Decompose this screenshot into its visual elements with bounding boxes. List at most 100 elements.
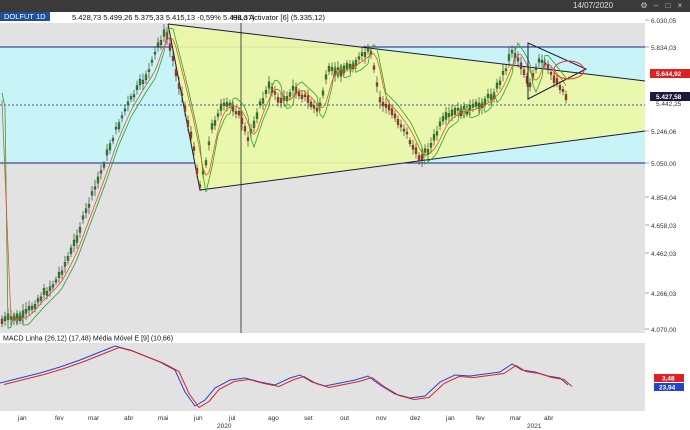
candle	[225, 102, 229, 107]
price-axis-label: 6.030,05	[651, 18, 677, 25]
candle	[48, 286, 52, 291]
month-label: abr	[124, 415, 134, 422]
candle	[120, 115, 124, 119]
price-axis-label: 5.246,06	[651, 129, 677, 136]
candle	[462, 106, 466, 110]
candle	[216, 113, 220, 117]
candle	[387, 104, 391, 111]
candle	[528, 82, 532, 88]
candle	[234, 111, 238, 115]
candle	[129, 96, 133, 100]
candle	[498, 80, 502, 85]
month-label: fev	[55, 415, 64, 422]
candle	[363, 52, 367, 57]
price-tag-red: 5.644,92	[656, 71, 682, 78]
candle	[549, 72, 553, 75]
candle	[447, 113, 451, 117]
candle	[327, 66, 331, 72]
price-axis-label: 4.658,03	[651, 223, 677, 230]
candle	[483, 98, 487, 105]
candle	[168, 43, 172, 51]
candle	[273, 91, 277, 95]
candle	[147, 69, 151, 72]
year-label: 2021	[527, 423, 542, 430]
candle	[348, 64, 352, 69]
candle	[159, 40, 163, 46]
candle	[414, 147, 418, 154]
candle	[561, 89, 565, 92]
price-axis-label: 5.050,00	[651, 161, 677, 168]
candle	[330, 67, 334, 71]
candle	[360, 52, 364, 56]
candle	[537, 58, 541, 63]
candle	[63, 262, 67, 267]
candle	[564, 94, 568, 100]
candle	[522, 69, 526, 75]
candle	[213, 120, 217, 126]
candle	[429, 143, 433, 148]
price-chart[interactable]: 6.030,05 5.834,03 5.246,06 5.050,00 4.854,04…	[0, 0, 690, 430]
candle	[267, 81, 271, 89]
candle	[423, 148, 427, 153]
candle	[381, 101, 385, 107]
candle	[291, 86, 295, 91]
candle	[444, 112, 448, 120]
candle	[132, 94, 136, 98]
candle	[240, 117, 244, 124]
candle	[399, 124, 403, 128]
candle	[390, 108, 394, 116]
candle	[453, 108, 457, 115]
candle	[111, 138, 115, 142]
month-label: mar	[88, 415, 100, 422]
candle	[210, 123, 214, 130]
candle	[177, 83, 181, 89]
candle	[312, 105, 316, 109]
year-label: 2020	[217, 423, 232, 430]
macd-tag-red: 3,48	[662, 376, 675, 383]
candle	[126, 101, 130, 106]
month-label: set	[304, 415, 313, 422]
price-axis-label: 4.070,00	[651, 327, 677, 334]
candle	[21, 310, 25, 318]
candle	[195, 168, 199, 174]
candle	[99, 170, 103, 174]
candle	[375, 82, 379, 87]
month-label: jun	[193, 415, 203, 422]
candle	[30, 305, 34, 310]
candle	[468, 104, 472, 111]
candle	[297, 91, 301, 97]
candle	[303, 94, 307, 97]
candle	[228, 102, 232, 106]
candle	[456, 108, 460, 111]
candle	[54, 279, 58, 283]
candle	[36, 298, 40, 303]
candle	[357, 56, 361, 60]
candle	[51, 284, 55, 288]
month-label: mar	[510, 415, 522, 422]
candle	[435, 131, 439, 136]
candle	[78, 227, 82, 233]
candle	[171, 56, 175, 61]
candle	[393, 113, 397, 119]
candle	[345, 63, 349, 69]
candle	[114, 127, 118, 130]
candle	[189, 131, 193, 139]
candle	[540, 60, 544, 63]
candle	[84, 208, 88, 213]
candle	[39, 296, 43, 301]
candle	[408, 140, 412, 145]
candle	[153, 51, 157, 55]
candle	[342, 65, 346, 73]
candle	[258, 101, 262, 106]
candle	[438, 121, 442, 127]
candle	[501, 70, 505, 75]
candle	[396, 119, 400, 125]
candle	[507, 54, 511, 61]
candle	[318, 102, 322, 107]
candle	[117, 122, 121, 130]
candle	[69, 247, 73, 254]
candle	[450, 109, 454, 116]
candle	[336, 67, 340, 70]
candle	[60, 270, 64, 275]
candle	[81, 215, 85, 220]
